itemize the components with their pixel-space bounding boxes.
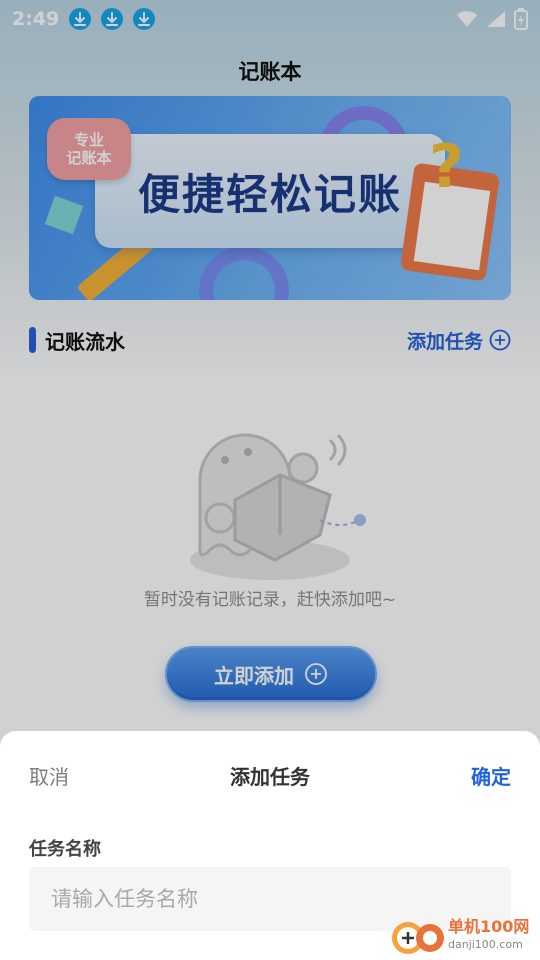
cancel-button[interactable]: 取消 <box>29 761 69 790</box>
watermark-sub: danji100.com <box>448 938 523 951</box>
sheet-header: 添加任务 取消 确定 <box>0 761 540 793</box>
watermark-main: 单机100网 <box>448 917 530 936</box>
task-name-label: 任务名称 <box>29 839 101 860</box>
confirm-button[interactable]: 确定 <box>471 761 511 790</box>
watermark-text: 单机100网 danji100.com <box>448 918 529 954</box>
site-watermark: 单机100网 danji100.com <box>388 912 538 960</box>
sheet-title: 添加任务 <box>230 765 310 789</box>
watermark-logo <box>392 922 444 954</box>
